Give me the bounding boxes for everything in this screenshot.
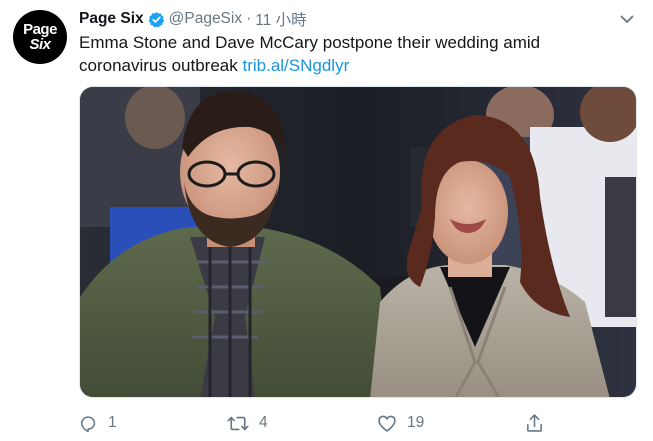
share-button[interactable] (525, 409, 544, 437)
separator-dot: · (246, 10, 252, 27)
retweet-count: 4 (259, 414, 268, 431)
retweet-button[interactable]: 4 (227, 409, 268, 437)
like-count: 19 (407, 414, 425, 431)
tweet[interactable]: Page Six Page Six @PageSix · 11 小時 Emma … (0, 0, 653, 441)
heart-icon (377, 414, 397, 433)
tweet-text: Emma Stone and Dave McCary postpone thei… (79, 32, 624, 77)
reply-button[interactable]: 1 (79, 409, 117, 437)
display-name[interactable]: Page Six (79, 10, 144, 28)
user-handle[interactable]: @PageSix (169, 10, 242, 28)
retweet-icon (227, 414, 249, 433)
reply-count: 1 (108, 414, 117, 431)
verified-badge-icon (148, 11, 165, 28)
avatar[interactable]: Page Six (13, 10, 67, 64)
chevron-down-icon[interactable] (619, 12, 635, 26)
tweet-link[interactable]: trib.al/SNgdlyr (242, 56, 349, 75)
tweet-header: Page Six @PageSix · 11 小時 (79, 8, 307, 30)
share-icon (525, 413, 544, 433)
reply-icon (79, 414, 98, 433)
avatar-logo-line2: Six (29, 36, 51, 53)
avatar-logo-line1: Page (23, 21, 57, 38)
tweet-photo[interactable] (79, 86, 637, 398)
tweet-timestamp[interactable]: 11 小時 (255, 8, 306, 30)
action-bar: 1 4 19 (79, 409, 549, 437)
like-button[interactable]: 19 (377, 409, 424, 437)
